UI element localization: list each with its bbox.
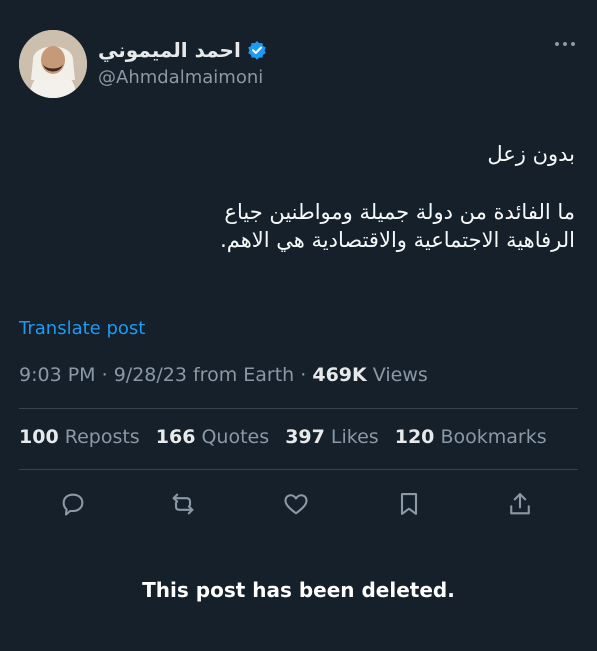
author-display-name[interactable]: احمد الميموني bbox=[98, 38, 241, 62]
deleted-notice: This post has been deleted. bbox=[142, 578, 455, 602]
bookmarks-stat[interactable]: 120 Bookmarks bbox=[395, 426, 547, 448]
tweet-line: بدون زعل bbox=[487, 142, 575, 166]
reply-icon[interactable] bbox=[55, 486, 91, 522]
quotes-count: 166 bbox=[155, 426, 196, 448]
author-handle[interactable]: @Ahmdalmaimoni bbox=[98, 67, 263, 88]
divider bbox=[19, 469, 578, 470]
likes-count: 397 bbox=[285, 426, 325, 448]
repost-icon[interactable] bbox=[165, 486, 201, 522]
bookmark-icon[interactable] bbox=[391, 486, 427, 522]
reposts-count: 100 bbox=[19, 426, 59, 448]
quotes-stat[interactable]: 166 Quotes bbox=[156, 426, 269, 448]
like-icon[interactable] bbox=[278, 486, 314, 522]
share-icon[interactable] bbox=[502, 486, 538, 522]
quotes-label: Quotes bbox=[201, 426, 270, 448]
author-name-row: احمد الميموني bbox=[98, 38, 267, 62]
tweet-time[interactable]: 9:03 PM bbox=[19, 364, 96, 386]
reposts-label: Reposts bbox=[64, 426, 140, 448]
translate-post-link[interactable]: Translate post bbox=[19, 318, 145, 339]
bookmarks-label: Bookmarks bbox=[440, 426, 547, 448]
more-options-icon[interactable] bbox=[555, 42, 575, 46]
tweet-line: الرفاهية الاجتماعية والاقتصادية هي الاهم… bbox=[220, 228, 575, 252]
divider bbox=[19, 408, 578, 409]
avatar-image bbox=[19, 30, 87, 98]
tweet-date[interactable]: 9/28/23 from Earth bbox=[114, 364, 295, 386]
views-count: 469K bbox=[312, 364, 367, 386]
avatar[interactable] bbox=[19, 30, 87, 98]
likes-label: Likes bbox=[330, 426, 379, 448]
action-bar bbox=[0, 486, 597, 522]
verified-badge-icon bbox=[247, 40, 267, 60]
bookmarks-count: 120 bbox=[394, 426, 435, 448]
engagement-stats: 100 Reposts 166 Quotes 397 Likes 120 Boo… bbox=[19, 426, 557, 448]
tweet-meta: 9:03 PM · 9/28/23 from Earth · 469K View… bbox=[19, 364, 428, 386]
views-label: Views bbox=[372, 364, 428, 386]
reposts-stat[interactable]: 100 Reposts bbox=[19, 426, 140, 448]
likes-stat[interactable]: 397 Likes bbox=[285, 426, 379, 448]
tweet-line: ما الفائدة من دولة جميلة ومواطنين جياع bbox=[224, 200, 575, 224]
tweet-text: بدون زعل ما الفائدة من دولة جميلة ومواطن… bbox=[35, 140, 575, 254]
